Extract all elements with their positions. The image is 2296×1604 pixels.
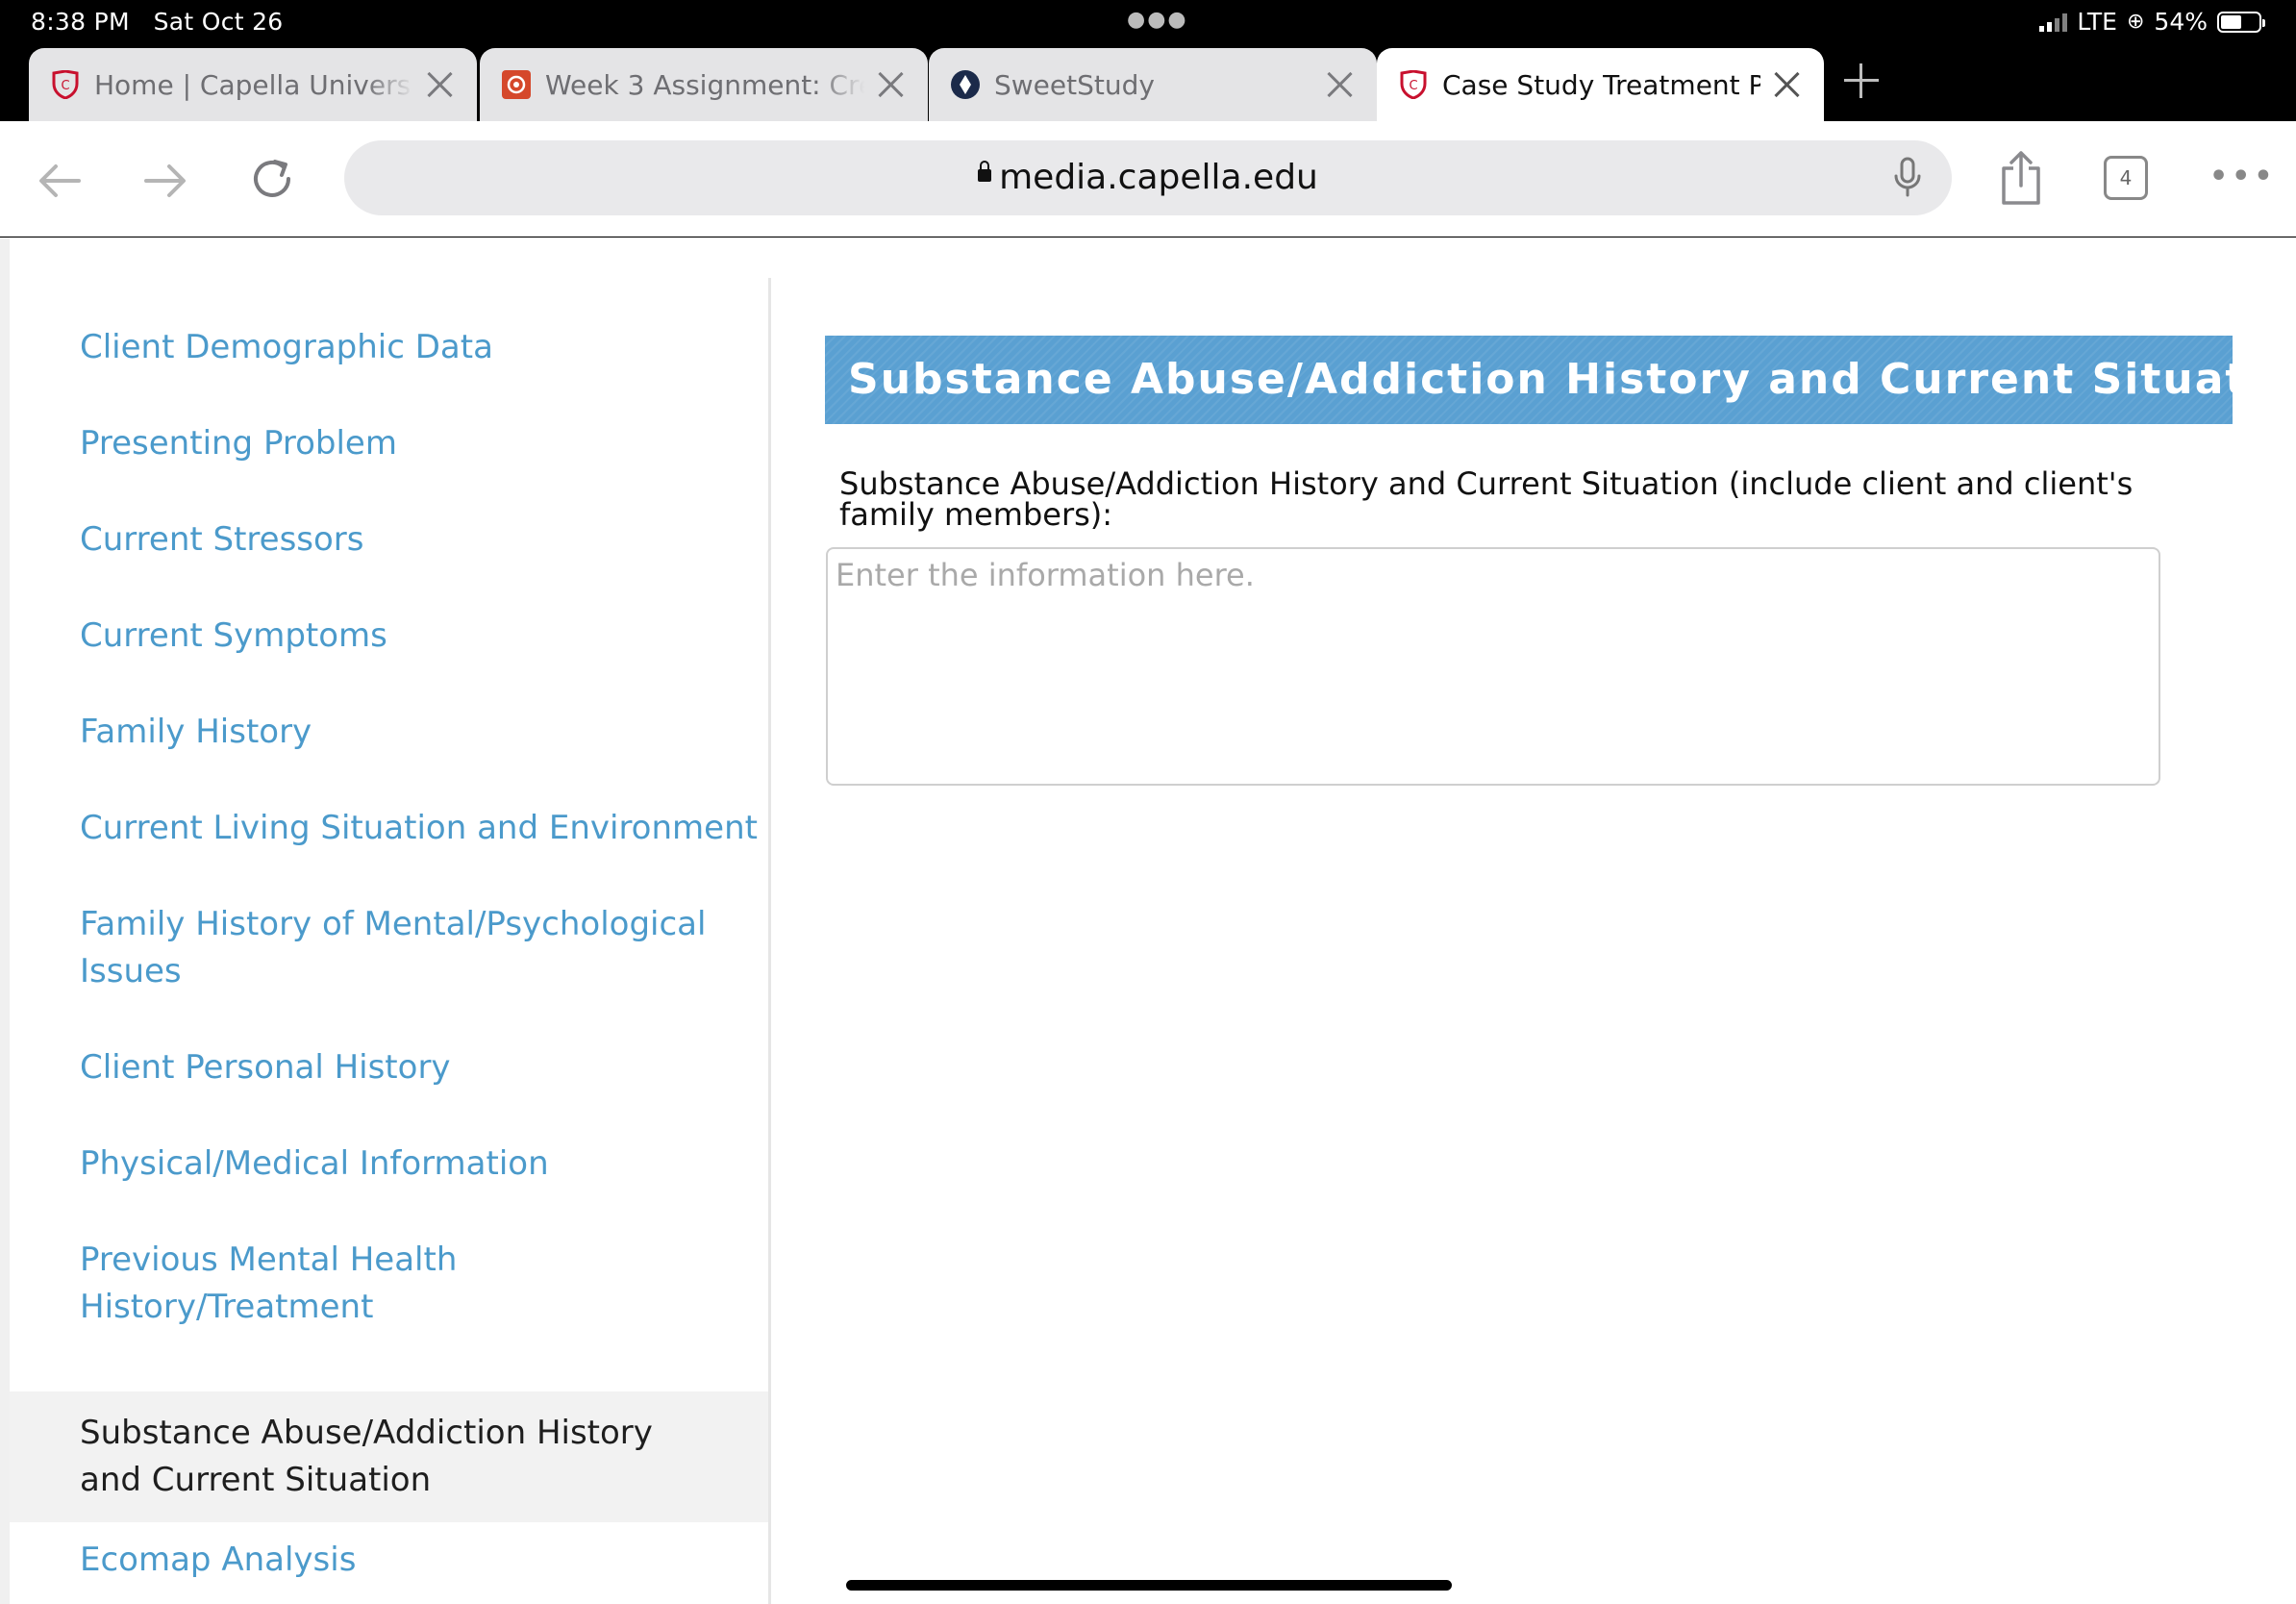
tab-title: Case Study Treatment Plan <box>1442 68 1760 101</box>
nav-item-previous-mental-health[interactable]: Previous Mental Health History/Treatment <box>10 1237 768 1331</box>
cellular-signal-icon <box>2039 13 2068 32</box>
nav-item-substance-abuse[interactable]: Substance Abuse/Addiction History and Cu… <box>10 1391 768 1522</box>
new-tab-plus-icon[interactable] <box>1842 62 1881 100</box>
nav-item-physical-medical-information[interactable]: Physical/Medical Information <box>10 1140 768 1188</box>
tabs-overview-button[interactable]: 4 <box>2104 156 2148 200</box>
tab-home-capella[interactable]: C Home | Capella University <box>29 48 477 121</box>
web-page: Client Demographic Data Presenting Probl… <box>0 238 2296 1604</box>
capella-shield-icon: C <box>50 69 81 100</box>
lock-icon <box>978 160 992 182</box>
nav-item-current-symptoms[interactable]: Current Symptoms <box>10 613 768 660</box>
battery-icon <box>2217 11 2265 33</box>
substance-abuse-history-input[interactable] <box>826 547 2160 786</box>
share-icon[interactable] <box>1996 148 2046 208</box>
multitasking-dots-icon[interactable]: ●●● <box>1127 8 1188 32</box>
tab-case-study-treatment-plan[interactable]: C Case Study Treatment Plan <box>1377 48 1824 121</box>
microphone-icon[interactable] <box>1890 156 1925 200</box>
svg-text:C: C <box>61 79 69 93</box>
section-nav-sidebar: Client Demographic Data Presenting Probl… <box>10 278 771 1604</box>
more-icon[interactable]: ••• <box>2209 160 2277 193</box>
close-icon[interactable] <box>1770 68 1803 101</box>
close-icon[interactable] <box>874 68 907 101</box>
nav-item-family-history-mental[interactable]: Family History of Mental/Psychological I… <box>10 901 768 995</box>
close-icon[interactable] <box>423 68 456 101</box>
address-bar[interactable]: media.capella.edu <box>344 140 1952 215</box>
status-right: LTE ⊕ 54% <box>2039 8 2265 36</box>
section-title-banner: Substance Abuse/Addiction History and Cu… <box>825 336 2296 424</box>
field-label: Substance Abuse/Addiction History and Cu… <box>839 465 2134 533</box>
nav-item-ecomap-analysis[interactable]: Ecomap Analysis <box>10 1537 768 1584</box>
sweetstudy-logo-icon <box>950 69 981 100</box>
url-display[interactable]: media.capella.edu <box>344 140 1952 215</box>
tab-bar: C Home | Capella University Week 3 Assig… <box>0 48 2296 121</box>
status-bar: 8:38 PM Sat Oct 26 ●●● LTE ⊕ 54% <box>0 0 2296 48</box>
page-edge <box>0 238 10 1604</box>
svg-text:C: C <box>1409 79 1417 93</box>
capella-shield-icon: C <box>1398 69 1429 100</box>
tab-week3-assignment[interactable]: Week 3 Assignment: Create <box>480 48 928 121</box>
nav-item-client-personal-history[interactable]: Client Personal History <box>10 1044 768 1091</box>
tab-title: SweetStudy <box>994 68 1155 101</box>
orientation-lock-icon: ⊕ <box>2126 10 2145 34</box>
status-time: 8:38 PM Sat Oct 26 <box>31 8 284 36</box>
courseroom-gear-icon <box>501 69 532 100</box>
tab-title: Home | Capella University <box>94 68 413 101</box>
battery-percent: 54% <box>2154 8 2208 36</box>
reload-icon[interactable] <box>246 152 300 206</box>
home-indicator <box>846 1580 1452 1591</box>
network-type: LTE <box>2077 8 2117 36</box>
tab-sweetstudy[interactable]: SweetStudy <box>929 48 1377 121</box>
nav-item-current-stressors[interactable]: Current Stressors <box>10 516 768 564</box>
nav-item-current-living-situation[interactable]: Current Living Situation and Environment <box>10 805 768 852</box>
nav-item-client-demographic-data[interactable]: Client Demographic Data <box>10 324 768 371</box>
nav-item-presenting-problem[interactable]: Presenting Problem <box>10 420 768 467</box>
forward-arrow-icon[interactable] <box>140 156 190 206</box>
close-icon[interactable] <box>1323 68 1356 101</box>
nav-item-family-history[interactable]: Family History <box>10 709 768 756</box>
browser-toolbar: media.capella.edu 4 ••• <box>0 121 2296 237</box>
back-arrow-icon[interactable] <box>35 156 85 206</box>
tab-title: Week 3 Assignment: Create <box>545 68 864 101</box>
